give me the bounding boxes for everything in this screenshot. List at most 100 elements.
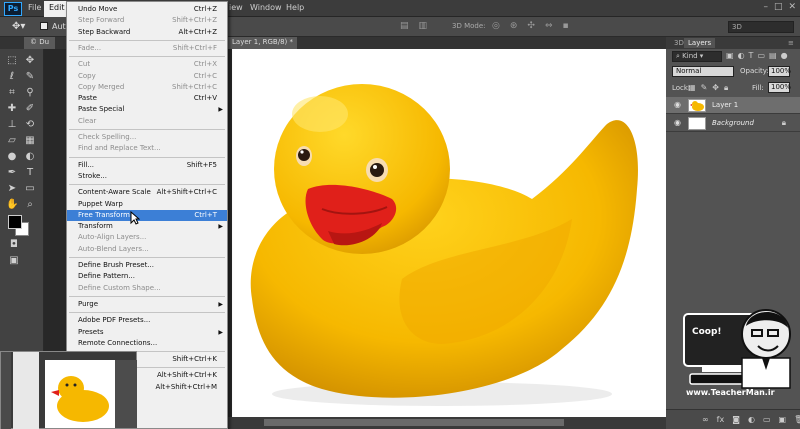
scale-3d-icon[interactable]: ▪ — [563, 21, 569, 31]
visibility-eye-icon[interactable]: ◉ — [674, 100, 681, 109]
quick-mask-icon[interactable]: ◘ — [8, 239, 20, 251]
document-tab[interactable]: © Du — [24, 37, 56, 49]
visibility-eye-icon[interactable]: ◉ — [674, 118, 681, 127]
document-tab-suffix[interactable]: Layer 1, RGB/8) * — [228, 37, 298, 49]
menu-item-cut[interactable]: Cut Ctrl+X — [67, 59, 227, 70]
menu-item-adobe-pdf-presets[interactable]: Adobe PDF Presets... — [67, 315, 227, 326]
menu-item-presets[interactable]: Presets ▶ — [67, 327, 227, 338]
distribute-icon[interactable]: ▥ — [419, 21, 428, 31]
menu-item-check-spelling[interactable]: Check Spelling... — [67, 132, 227, 143]
layer-name[interactable]: Layer 1 — [712, 101, 738, 109]
marquee-tool-icon[interactable]: ⬚ — [6, 55, 18, 67]
move-tool-icon[interactable]: ✥▾ — [12, 21, 25, 32]
menu-item-define-custom-shape[interactable]: Define Custom Shape... — [67, 283, 227, 294]
link-layers-icon[interactable]: ∞ — [702, 415, 709, 424]
brush-tool-icon[interactable]: ✐ — [24, 103, 36, 115]
type-filter-icon[interactable]: T — [749, 51, 754, 60]
quick-select-icon[interactable]: ✎ — [24, 71, 36, 83]
healing-brush-icon[interactable]: ✚ — [6, 103, 18, 115]
hand-tool-icon[interactable]: ✋ — [6, 199, 18, 211]
type-tool-icon[interactable]: T — [24, 167, 36, 179]
zoom-tool-icon[interactable]: ⌕ — [24, 199, 36, 211]
menu-item-clear[interactable]: Clear — [67, 116, 227, 127]
dodge-tool-icon[interactable]: ◐ — [24, 151, 36, 163]
menu-item-stroke[interactable]: Stroke... — [67, 171, 227, 182]
workspace-select[interactable]: 3D — [728, 21, 794, 33]
lock-image-icon[interactable]: ✎ — [701, 83, 708, 93]
menu-item-auto-align-layers[interactable]: Auto-Align Layers... — [67, 232, 227, 243]
screen-mode-icon[interactable]: ▣ — [8, 255, 20, 267]
delete-layer-icon[interactable]: 🗑︎ — [794, 415, 800, 424]
layer-filter-kind[interactable]: ⌕ Kind ▾ — [672, 51, 722, 62]
menu-item-step-backward[interactable]: Step Backward Alt+Ctrl+Z — [67, 27, 227, 38]
menu-item-find-and-replace-text[interactable]: Find and Replace Text... — [67, 143, 227, 154]
lasso-tool-icon[interactable]: ℓ — [6, 71, 18, 83]
menu-item-fill[interactable]: Fill... Shift+F5 — [67, 160, 227, 171]
blend-mode-select[interactable]: Normal — [672, 66, 734, 77]
group-icon[interactable]: ▭ — [763, 415, 771, 424]
move-tool-icon[interactable]: ✥ — [24, 55, 36, 67]
history-brush-icon[interactable]: ⟲ — [24, 119, 36, 131]
menu-item-purge[interactable]: Purge ▶ — [67, 299, 227, 310]
opacity-input[interactable]: 100% — [768, 66, 791, 77]
gradient-tool-icon[interactable]: ▦ — [24, 135, 36, 147]
rotate-3d-icon[interactable]: ◎ — [492, 21, 500, 31]
layer-mask-icon[interactable]: ◙ — [732, 415, 740, 424]
pixel-filter-icon[interactable]: ▣ — [726, 51, 734, 60]
menu-item-puppet-warp[interactable]: Puppet Warp — [67, 199, 227, 210]
menu-item-step-forward[interactable]: Step Forward Shift+Ctrl+Z — [67, 15, 227, 26]
layer-name[interactable]: Background — [712, 119, 754, 127]
menu-view[interactable]: iew — [229, 3, 243, 12]
fill-input[interactable]: 100% — [768, 82, 791, 93]
menu-file[interactable]: File — [28, 3, 41, 12]
eraser-tool-icon[interactable]: ▱ — [6, 135, 18, 147]
menu-item-auto-blend-layers[interactable]: Auto-Blend Layers... — [67, 244, 227, 255]
menu-item-free-transform[interactable]: Free Transform Ctrl+T — [67, 209, 227, 221]
close-icon[interactable]: ✕ — [788, 2, 796, 12]
menu-help[interactable]: Help — [286, 3, 304, 12]
eyedropper-icon[interactable]: ⚲ — [24, 87, 36, 99]
smart-filter-icon[interactable]: ▤ — [769, 51, 777, 60]
layer-row-layer-1[interactable]: ◉ Layer 1 — [666, 97, 800, 114]
adjustment-layer-icon[interactable]: ◐ — [748, 415, 755, 424]
menu-item-fade[interactable]: Fade... Shift+Ctrl+F — [67, 43, 227, 54]
menu-item-content-aware-scale[interactable]: Content-Aware Scale Alt+Shift+Ctrl+C — [67, 187, 227, 198]
blur-tool-icon[interactable]: ● — [6, 151, 18, 163]
lock-all-icon[interactable]: 🔒︎ — [724, 83, 728, 93]
tab-layers[interactable]: Layers — [684, 38, 716, 48]
menu-item-define-brush-preset[interactable]: Define Brush Preset... — [67, 260, 227, 271]
minimize-icon[interactable]: – — [763, 2, 768, 12]
layer-style-icon[interactable]: fx — [717, 415, 725, 424]
menu-item-paste-special[interactable]: Paste Special ▶ — [67, 104, 227, 115]
menu-window[interactable]: Window — [250, 3, 282, 12]
panel-menu-icon[interactable]: ≡ — [784, 38, 798, 48]
layer-row-background[interactable]: ◉ Background 🔒︎ — [666, 115, 800, 132]
auto-select-checkbox[interactable] — [40, 22, 48, 30]
menu-item-define-pattern[interactable]: Define Pattern... — [67, 271, 227, 282]
lock-position-icon[interactable]: ✥ — [712, 83, 719, 93]
menu-item-paste[interactable]: Paste Ctrl+V — [67, 93, 227, 104]
foreground-color-swatch[interactable] — [8, 215, 22, 229]
shape-tool-icon[interactable]: ▭ — [24, 183, 36, 195]
lock-transparent-icon[interactable]: ▦ — [688, 83, 696, 93]
crop-tool-icon[interactable]: ⌗ — [6, 87, 18, 99]
menu-item-copy[interactable]: Copy Ctrl+C — [67, 71, 227, 82]
menu-item-remote-connections[interactable]: Remote Connections... — [67, 338, 227, 349]
menu-item-undo-move[interactable]: Undo Move Ctrl+Z — [67, 4, 227, 15]
menu-item-copy-merged[interactable]: Copy Merged Shift+Ctrl+C — [67, 82, 227, 93]
pen-tool-icon[interactable]: ✒ — [6, 167, 18, 179]
menu-item-transform[interactable]: Transform ▶ — [67, 221, 227, 232]
maximize-icon[interactable]: □ — [774, 2, 783, 12]
align-icon[interactable]: ▤ — [400, 21, 409, 31]
adjustment-filter-icon[interactable]: ◐ — [738, 51, 745, 60]
filter-toggle-icon[interactable]: ● — [781, 51, 788, 60]
document-canvas[interactable] — [232, 49, 666, 417]
slide-3d-icon[interactable]: ⇔ — [545, 21, 553, 31]
clone-stamp-icon[interactable]: ⊥ — [6, 119, 18, 131]
new-layer-icon[interactable]: ▣ — [779, 415, 787, 424]
drag-3d-icon[interactable]: ✣ — [527, 21, 535, 31]
roll-3d-icon[interactable]: ⊛ — [510, 21, 518, 31]
shape-filter-icon[interactable]: ▭ — [757, 51, 765, 60]
scrollbar-thumb[interactable] — [264, 419, 564, 426]
path-select-icon[interactable]: ➤ — [6, 183, 18, 195]
